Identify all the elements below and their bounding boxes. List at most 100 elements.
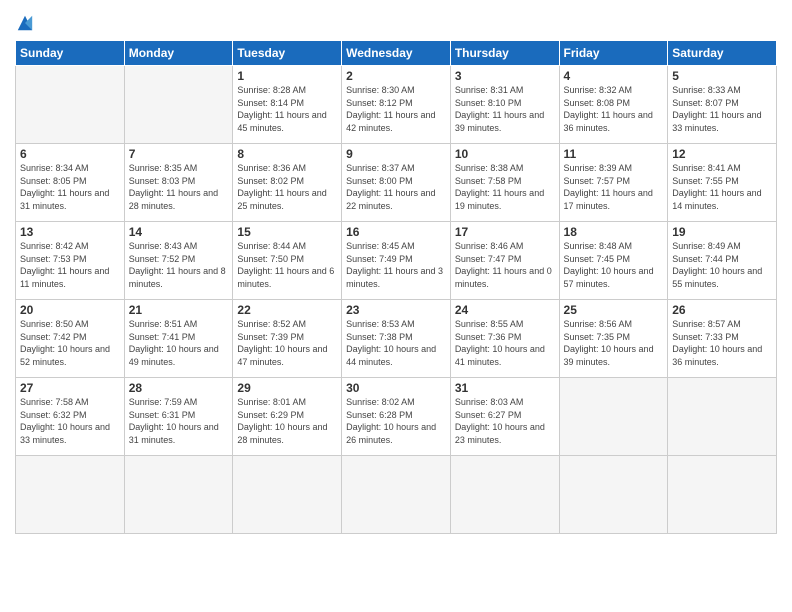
calendar-cell <box>124 456 233 534</box>
calendar-cell: 6Sunrise: 8:34 AMSunset: 8:05 PMDaylight… <box>16 144 125 222</box>
calendar-cell: 21Sunrise: 8:51 AMSunset: 7:41 PMDayligh… <box>124 300 233 378</box>
day-info: Sunrise: 8:28 AMSunset: 8:14 PMDaylight:… <box>237 84 337 134</box>
day-info: Sunrise: 8:33 AMSunset: 8:07 PMDaylight:… <box>672 84 772 134</box>
day-number: 6 <box>20 147 120 161</box>
calendar-cell: 13Sunrise: 8:42 AMSunset: 7:53 PMDayligh… <box>16 222 125 300</box>
day-number: 3 <box>455 69 555 83</box>
day-info: Sunrise: 8:48 AMSunset: 7:45 PMDaylight:… <box>564 240 664 290</box>
day-number: 22 <box>237 303 337 317</box>
day-number: 27 <box>20 381 120 395</box>
calendar-cell: 7Sunrise: 8:35 AMSunset: 8:03 PMDaylight… <box>124 144 233 222</box>
day-info: Sunrise: 8:35 AMSunset: 8:03 PMDaylight:… <box>129 162 229 212</box>
calendar-cell: 14Sunrise: 8:43 AMSunset: 7:52 PMDayligh… <box>124 222 233 300</box>
day-info: Sunrise: 8:50 AMSunset: 7:42 PMDaylight:… <box>20 318 120 368</box>
day-info: Sunrise: 8:44 AMSunset: 7:50 PMDaylight:… <box>237 240 337 290</box>
calendar-row-5 <box>16 456 777 534</box>
day-info: Sunrise: 8:32 AMSunset: 8:08 PMDaylight:… <box>564 84 664 134</box>
day-number: 7 <box>129 147 229 161</box>
calendar-cell: 10Sunrise: 8:38 AMSunset: 7:58 PMDayligh… <box>450 144 559 222</box>
calendar-row-3: 20Sunrise: 8:50 AMSunset: 7:42 PMDayligh… <box>16 300 777 378</box>
day-number: 30 <box>346 381 446 395</box>
day-number: 8 <box>237 147 337 161</box>
calendar-cell <box>16 66 125 144</box>
day-number: 24 <box>455 303 555 317</box>
day-info: Sunrise: 8:45 AMSunset: 7:49 PMDaylight:… <box>346 240 446 290</box>
weekday-header-wednesday: Wednesday <box>342 41 451 66</box>
calendar-cell: 24Sunrise: 8:55 AMSunset: 7:36 PMDayligh… <box>450 300 559 378</box>
weekday-header-monday: Monday <box>124 41 233 66</box>
day-number: 1 <box>237 69 337 83</box>
calendar-cell <box>342 456 451 534</box>
day-number: 2 <box>346 69 446 83</box>
calendar-cell: 16Sunrise: 8:45 AMSunset: 7:49 PMDayligh… <box>342 222 451 300</box>
day-number: 17 <box>455 225 555 239</box>
day-number: 20 <box>20 303 120 317</box>
calendar-cell: 18Sunrise: 8:48 AMSunset: 7:45 PMDayligh… <box>559 222 668 300</box>
weekday-header-row: SundayMondayTuesdayWednesdayThursdayFrid… <box>16 41 777 66</box>
calendar-cell: 25Sunrise: 8:56 AMSunset: 7:35 PMDayligh… <box>559 300 668 378</box>
calendar-cell: 27Sunrise: 7:58 AMSunset: 6:32 PMDayligh… <box>16 378 125 456</box>
calendar-cell <box>450 456 559 534</box>
day-number: 9 <box>346 147 446 161</box>
calendar-cell <box>124 66 233 144</box>
calendar-cell: 2Sunrise: 8:30 AMSunset: 8:12 PMDaylight… <box>342 66 451 144</box>
calendar-cell: 31Sunrise: 8:03 AMSunset: 6:27 PMDayligh… <box>450 378 559 456</box>
calendar-cell: 17Sunrise: 8:46 AMSunset: 7:47 PMDayligh… <box>450 222 559 300</box>
calendar-row-0: 1Sunrise: 8:28 AMSunset: 8:14 PMDaylight… <box>16 66 777 144</box>
calendar-cell: 23Sunrise: 8:53 AMSunset: 7:38 PMDayligh… <box>342 300 451 378</box>
day-info: Sunrise: 7:59 AMSunset: 6:31 PMDaylight:… <box>129 396 229 446</box>
day-info: Sunrise: 8:30 AMSunset: 8:12 PMDaylight:… <box>346 84 446 134</box>
calendar-cell <box>559 378 668 456</box>
day-number: 19 <box>672 225 772 239</box>
day-number: 16 <box>346 225 446 239</box>
calendar-cell: 5Sunrise: 8:33 AMSunset: 8:07 PMDaylight… <box>668 66 777 144</box>
day-info: Sunrise: 8:34 AMSunset: 8:05 PMDaylight:… <box>20 162 120 212</box>
calendar-cell <box>559 456 668 534</box>
day-number: 14 <box>129 225 229 239</box>
calendar-cell: 20Sunrise: 8:50 AMSunset: 7:42 PMDayligh… <box>16 300 125 378</box>
calendar-cell: 4Sunrise: 8:32 AMSunset: 8:08 PMDaylight… <box>559 66 668 144</box>
weekday-header-tuesday: Tuesday <box>233 41 342 66</box>
day-info: Sunrise: 8:49 AMSunset: 7:44 PMDaylight:… <box>672 240 772 290</box>
day-number: 18 <box>564 225 664 239</box>
logo <box>15 14 34 32</box>
weekday-header-thursday: Thursday <box>450 41 559 66</box>
day-info: Sunrise: 8:37 AMSunset: 8:00 PMDaylight:… <box>346 162 446 212</box>
day-number: 25 <box>564 303 664 317</box>
calendar-cell <box>668 456 777 534</box>
weekday-header-sunday: Sunday <box>16 41 125 66</box>
calendar-cell <box>16 456 125 534</box>
day-info: Sunrise: 8:51 AMSunset: 7:41 PMDaylight:… <box>129 318 229 368</box>
day-info: Sunrise: 8:53 AMSunset: 7:38 PMDaylight:… <box>346 318 446 368</box>
weekday-header-friday: Friday <box>559 41 668 66</box>
day-number: 28 <box>129 381 229 395</box>
calendar-cell: 3Sunrise: 8:31 AMSunset: 8:10 PMDaylight… <box>450 66 559 144</box>
page: SundayMondayTuesdayWednesdayThursdayFrid… <box>0 0 792 612</box>
day-number: 13 <box>20 225 120 239</box>
day-info: Sunrise: 8:31 AMSunset: 8:10 PMDaylight:… <box>455 84 555 134</box>
calendar-cell: 30Sunrise: 8:02 AMSunset: 6:28 PMDayligh… <box>342 378 451 456</box>
calendar-row-2: 13Sunrise: 8:42 AMSunset: 7:53 PMDayligh… <box>16 222 777 300</box>
calendar-cell <box>233 456 342 534</box>
day-info: Sunrise: 8:39 AMSunset: 7:57 PMDaylight:… <box>564 162 664 212</box>
calendar-cell <box>668 378 777 456</box>
calendar-cell: 1Sunrise: 8:28 AMSunset: 8:14 PMDaylight… <box>233 66 342 144</box>
day-number: 21 <box>129 303 229 317</box>
calendar-cell: 15Sunrise: 8:44 AMSunset: 7:50 PMDayligh… <box>233 222 342 300</box>
calendar-cell: 12Sunrise: 8:41 AMSunset: 7:55 PMDayligh… <box>668 144 777 222</box>
day-number: 31 <box>455 381 555 395</box>
calendar-row-4: 27Sunrise: 7:58 AMSunset: 6:32 PMDayligh… <box>16 378 777 456</box>
calendar-cell: 9Sunrise: 8:37 AMSunset: 8:00 PMDaylight… <box>342 144 451 222</box>
day-info: Sunrise: 8:38 AMSunset: 7:58 PMDaylight:… <box>455 162 555 212</box>
day-number: 10 <box>455 147 555 161</box>
calendar-row-1: 6Sunrise: 8:34 AMSunset: 8:05 PMDaylight… <box>16 144 777 222</box>
calendar-cell: 28Sunrise: 7:59 AMSunset: 6:31 PMDayligh… <box>124 378 233 456</box>
day-number: 26 <box>672 303 772 317</box>
day-info: Sunrise: 8:42 AMSunset: 7:53 PMDaylight:… <box>20 240 120 290</box>
calendar-cell: 11Sunrise: 8:39 AMSunset: 7:57 PMDayligh… <box>559 144 668 222</box>
day-number: 29 <box>237 381 337 395</box>
day-info: Sunrise: 8:55 AMSunset: 7:36 PMDaylight:… <box>455 318 555 368</box>
day-number: 4 <box>564 69 664 83</box>
day-info: Sunrise: 8:46 AMSunset: 7:47 PMDaylight:… <box>455 240 555 290</box>
calendar-cell: 26Sunrise: 8:57 AMSunset: 7:33 PMDayligh… <box>668 300 777 378</box>
